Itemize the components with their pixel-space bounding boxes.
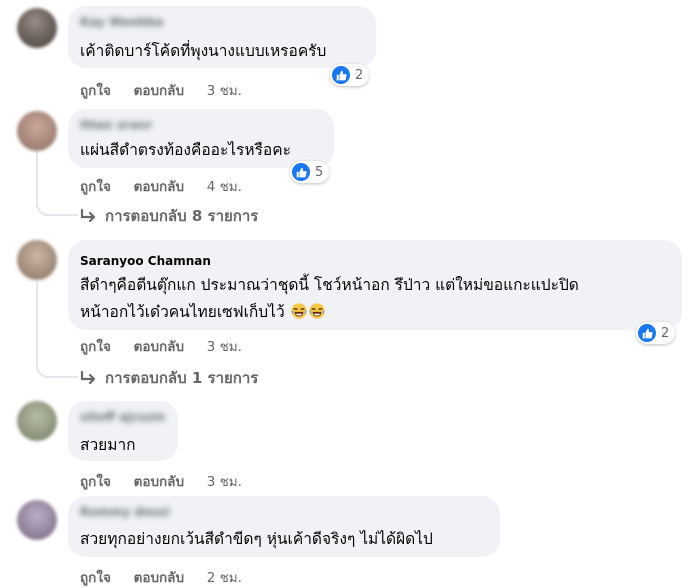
comment-actions: ถูกใจ ตอบกลับ 3 ชม. (80, 79, 242, 101)
timestamp[interactable]: 3 ชม. (207, 474, 242, 490)
comment-author[interactable]: Kay Weebba (80, 15, 163, 29)
comment-bubble: sitoff ajcszm สวยมาก (68, 401, 178, 461)
comment-actions: ถูกใจ ตอบกลับ 3 ชม. (80, 470, 242, 492)
timestamp[interactable]: 3 ชม. (207, 339, 242, 355)
avatar[interactable] (17, 111, 57, 151)
reaction-count-label: 5 (315, 164, 324, 180)
comment-text-line-2: หน้าอกไว้เด๋วคนไทยเซฟเก็บไว้ (80, 300, 326, 328)
view-replies-label: การตอบกลับ 8 รายการ (105, 207, 259, 225)
like-link[interactable]: ถูกใจ (80, 570, 111, 586)
reply-link[interactable]: ตอบกลับ (134, 179, 184, 195)
avatar[interactable] (17, 240, 57, 280)
comment-text-line-1: สีดำๆคือตีนตุ๊กแก ประมาณว่าชุดนี้ โชว์หน… (80, 276, 579, 294)
like-link[interactable]: ถูกใจ (80, 339, 111, 355)
comment-bubble: Rommy dossi สวยทุกอย่างยกเว้นสีดำขีดๆ หุ… (68, 496, 500, 557)
thread-connector (36, 200, 78, 216)
comment-actions: ถูกใจ ตอบกลับ 4 ชม. (80, 175, 242, 197)
reaction-count[interactable]: 2 (636, 322, 676, 344)
tears-of-joy-emoji-icon (308, 302, 326, 328)
tears-of-joy-emoji-icon (290, 302, 308, 328)
reply-arrow-icon (80, 370, 97, 386)
reply-link[interactable]: ตอบกลับ (134, 570, 184, 586)
comment-author[interactable]: sitoff ajcszm (80, 410, 165, 424)
like-link[interactable]: ถูกใจ (80, 179, 111, 195)
like-icon (638, 324, 656, 342)
view-replies-label: การตอบกลับ 1 รายการ (105, 369, 259, 387)
reply-link[interactable]: ตอบกลับ (134, 83, 184, 99)
thread-line (36, 150, 38, 200)
reaction-count-label: 2 (661, 325, 670, 341)
comment-text: สวยทุกอย่างยกเว้นสีดำขีดๆ หุ่นเค้าดีจริง… (80, 530, 433, 548)
avatar[interactable] (17, 401, 57, 441)
comment-actions: ถูกใจ ตอบกลับ 3 ชม. (80, 335, 242, 357)
like-link[interactable]: ถูกใจ (80, 474, 111, 490)
thread-line (36, 282, 38, 362)
reply-link[interactable]: ตอบกลับ (134, 474, 184, 490)
comment-author[interactable]: Saranyoo Chamnan (80, 254, 211, 268)
timestamp[interactable]: 3 ชม. (207, 83, 242, 99)
comment-bubble: Saranyoo Chamnan สีดำๆคือตีนตุ๊กแก ประมา… (68, 240, 682, 330)
thread-connector (36, 362, 78, 378)
timestamp[interactable]: 4 ชม. (207, 179, 242, 195)
comment-bubble: Ittan sranr แผ่นสีดำตรงท้องคืออะไรหรือคะ (68, 109, 334, 168)
avatar[interactable] (17, 8, 57, 48)
view-replies-link[interactable]: การตอบกลับ 1 รายการ (80, 366, 258, 390)
like-link[interactable]: ถูกใจ (80, 83, 111, 99)
timestamp[interactable]: 2 ชม. (207, 570, 242, 586)
reaction-count[interactable]: 2 (330, 64, 370, 86)
view-replies-link[interactable]: การตอบกลับ 8 รายการ (80, 204, 258, 228)
reply-link[interactable]: ตอบกลับ (134, 339, 184, 355)
comment-text: แผ่นสีดำตรงท้องคืออะไรหรือคะ (80, 141, 291, 159)
reaction-count[interactable]: 5 (290, 161, 330, 183)
comment-actions: ถูกใจ ตอบกลับ 2 ชม. (80, 566, 242, 588)
comment-bubble: Kay Weebba เค้าติดบาร์โค้ดที่พุงนางแบบเห… (68, 6, 376, 68)
comment-text: สวยมาก (80, 436, 136, 454)
reply-arrow-icon (80, 208, 97, 224)
comment-author[interactable]: Rommy dossi (80, 505, 170, 519)
comment-author[interactable]: Ittan sranr (80, 118, 152, 132)
like-icon (332, 66, 350, 84)
avatar[interactable] (17, 500, 57, 540)
like-icon (292, 163, 310, 181)
reaction-count-label: 2 (355, 67, 364, 83)
comment-text: เค้าติดบาร์โค้ดที่พุงนางแบบเหรอครับ (80, 42, 327, 60)
comment-text-line-2-words: หน้าอกไว้เด๋วคนไทยเซฟเก็บไว้ (80, 303, 285, 321)
